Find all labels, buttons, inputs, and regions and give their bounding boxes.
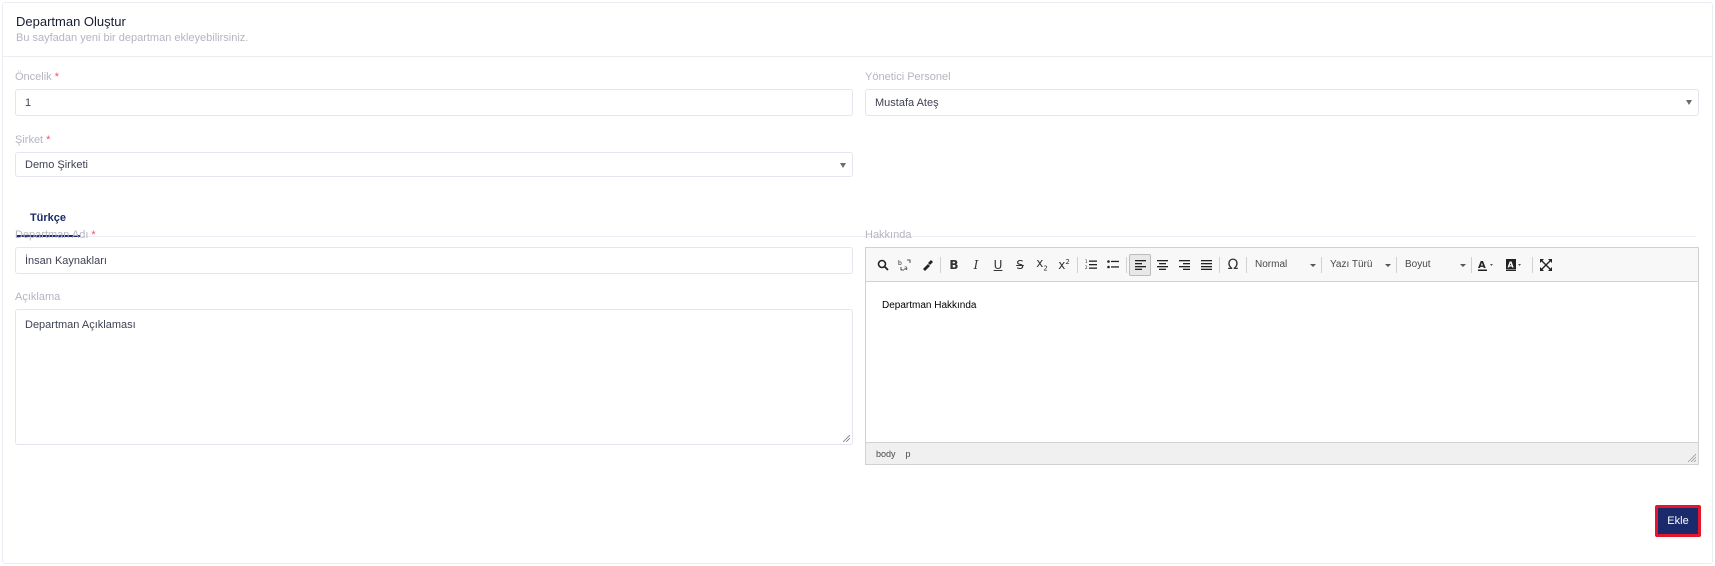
toolbar-separator: [1126, 256, 1127, 273]
manager-select[interactable]: Mustafa Ateş: [865, 89, 1699, 116]
superscript-icon[interactable]: x2: [1053, 254, 1075, 276]
form-card: Departman Oluştur Bu sayfadan yeni bir d…: [2, 2, 1713, 564]
bold-icon[interactable]: B: [943, 254, 965, 276]
priority-input[interactable]: 1: [15, 89, 853, 116]
company-value: Demo Şirketi: [25, 158, 88, 171]
editor-path-bar: body p: [866, 442, 1698, 464]
manager-label: Yönetici Personel: [865, 71, 951, 83]
strikethrough-icon[interactable]: S: [1009, 254, 1031, 276]
path-item-p[interactable]: p: [906, 449, 911, 459]
manager-value: Mustafa Ateş: [875, 96, 939, 109]
toolbar-separator: [1077, 256, 1078, 273]
editor-toolbar: ba B I U S x2 x2 12 Ω Normal Yazı Türü B…: [866, 248, 1698, 282]
format-painter-icon[interactable]: [916, 254, 938, 276]
chevron-down-icon: [840, 163, 846, 168]
department-name-label: Departman Adı *: [15, 229, 96, 241]
resize-grip-icon[interactable]: [842, 434, 850, 442]
resize-grip-icon[interactable]: [1687, 453, 1696, 462]
toolbar-separator: [1396, 256, 1397, 273]
description-value: Departman Açıklaması: [25, 319, 136, 331]
toolbar-separator: [1471, 256, 1472, 273]
toolbar-separator: [1532, 256, 1533, 273]
page-subtitle: Bu sayfadan yeni bir departman ekleyebil…: [16, 32, 249, 44]
svg-text:2: 2: [1085, 265, 1088, 270]
description-label: Açıklama: [15, 291, 61, 303]
about-rich-editor: ba B I U S x2 x2 12 Ω Normal Yazı Türü B…: [865, 247, 1699, 465]
toolbar-separator: [1321, 256, 1322, 273]
page-title: Departman Oluştur: [16, 14, 126, 29]
svg-text:1: 1: [1085, 259, 1088, 264]
required-mark: *: [54, 71, 59, 83]
numbered-list-icon[interactable]: 12: [1080, 254, 1102, 276]
background-color-icon[interactable]: A: [1502, 254, 1530, 276]
toolbar-separator: [1219, 256, 1220, 273]
required-mark: *: [46, 134, 51, 146]
path-item-body[interactable]: body: [876, 449, 896, 459]
required-mark: *: [91, 229, 96, 241]
department-name-input[interactable]: İnsan Kaynakları: [15, 247, 853, 274]
card-header: Departman Oluştur Bu sayfadan yeni bir d…: [3, 3, 1712, 57]
chevron-down-icon: [1460, 263, 1466, 267]
align-left-icon[interactable]: [1129, 253, 1151, 276]
format-combo[interactable]: Normal: [1249, 254, 1319, 276]
find-icon[interactable]: [872, 254, 894, 276]
submit-button[interactable]: Ekle: [1655, 505, 1701, 537]
priority-value: 1: [25, 96, 32, 109]
align-center-icon[interactable]: [1151, 254, 1173, 276]
chevron-down-icon: [1385, 263, 1391, 267]
chevron-down-icon: [1310, 263, 1316, 267]
subscript-icon[interactable]: x2: [1031, 254, 1053, 276]
maximize-icon[interactable]: [1535, 254, 1557, 276]
editor-content[interactable]: Departman Hakkında: [882, 300, 977, 311]
svg-text:A: A: [1508, 260, 1515, 269]
svg-text:A: A: [1478, 260, 1486, 271]
align-right-icon[interactable]: [1173, 254, 1195, 276]
font-combo[interactable]: Yazı Türü: [1324, 254, 1394, 276]
replace-icon[interactable]: ba: [894, 254, 916, 276]
chevron-down-icon: [1686, 100, 1692, 105]
description-textarea[interactable]: Departman Açıklaması: [15, 309, 853, 445]
department-name-value: İnsan Kaynakları: [25, 254, 107, 267]
italic-icon[interactable]: I: [965, 254, 987, 276]
underline-icon[interactable]: U: [987, 254, 1009, 276]
company-select[interactable]: Demo Şirketi: [15, 152, 853, 177]
company-label: Şirket *: [15, 134, 51, 146]
special-character-icon[interactable]: Ω: [1222, 254, 1244, 276]
align-justify-icon[interactable]: [1195, 254, 1217, 276]
about-label: Hakkında: [865, 229, 912, 241]
text-color-icon[interactable]: A: [1474, 254, 1502, 276]
language-tabs: Türkçe: [15, 205, 1696, 237]
bullet-list-icon[interactable]: [1102, 254, 1124, 276]
toolbar-separator: [1246, 256, 1247, 273]
size-combo[interactable]: Boyut: [1399, 254, 1469, 276]
priority-label: Öncelik *: [15, 71, 59, 83]
svg-text:b: b: [898, 260, 902, 267]
toolbar-separator: [940, 256, 941, 273]
svg-text:a: a: [904, 265, 908, 271]
